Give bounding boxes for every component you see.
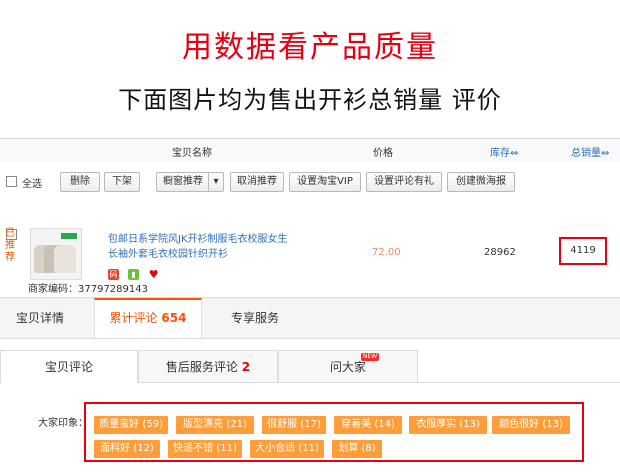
review-sub-tabs: 宝贝评论 售后服务评论 2 问大家 NEW (0, 350, 620, 383)
impression-tag[interactable]: 穿着美 (14) (334, 416, 402, 434)
product-stock: 28962 (484, 247, 516, 258)
product-price: 72.00 (372, 247, 401, 258)
tab-after-sales-reviews[interactable]: 售后服务评论 2 (138, 350, 278, 382)
window-recommend-dropdown[interactable]: ▾ (208, 172, 224, 192)
tab-label: 问大家 (329, 360, 366, 374)
off-shelf-button[interactable]: 下架 (104, 172, 140, 192)
tab-label: 售后服务评论 (165, 360, 238, 374)
after-sales-count: 2 (241, 360, 251, 374)
col-stock-sort[interactable]: 库存⇔ (490, 144, 518, 159)
impression-tag[interactable]: 很舒服 (17) (262, 416, 326, 434)
set-review-gift-button[interactable]: 设置评论有礼 (366, 172, 442, 192)
impression-tag[interactable]: 版型漂亮 (21) (176, 416, 254, 434)
review-count: 654 (161, 311, 187, 325)
chevron-down-icon: ▾ (213, 176, 219, 187)
impression-tag[interactable]: 面料好 (12) (94, 440, 160, 458)
product-title-link[interactable]: 包邮日系学院风JK开衫制服毛衣校服女生 长袖外套毛衣校园针织开衫 (108, 232, 298, 262)
product-thumbnail[interactable] (30, 228, 82, 280)
tab-label: 专享服务 (230, 311, 279, 325)
select-all-label: 全选 (22, 179, 42, 190)
tab-label: 宝贝详情 (15, 311, 64, 325)
subheadline: 下面图片均为售出开衫总销量 评价 (118, 86, 502, 114)
col-price: 价格 (373, 148, 393, 159)
product-title-line1: 包邮日系学院风JK开衫制服毛衣校服女生 (108, 234, 288, 245)
product-title-line2: 长袖外套毛衣校园针织开衫 (108, 249, 228, 260)
toolbar: 全选 删除 下架 橱窗推荐 ▾ 取消推荐 设置淘宝VIP 设置评论有礼 创建微海… (0, 168, 620, 196)
col-sales-sort[interactable]: 总销量⇔ (571, 144, 609, 159)
tab-item-reviews[interactable]: 宝贝评论 (0, 350, 138, 383)
recommended-tag: 已推荐 (5, 228, 15, 263)
tab-ask-everyone[interactable]: 问大家 NEW (278, 350, 418, 382)
set-vip-button[interactable]: 设置淘宝VIP (289, 172, 361, 192)
tab-item-details[interactable]: 宝贝详情 (0, 298, 80, 338)
tab-label: 宝贝评论 (44, 360, 93, 374)
sweater-image-3 (54, 245, 76, 273)
window-recommend-button[interactable]: 橱窗推荐 (156, 172, 210, 192)
impression-tag[interactable]: 快递不错 (11) (168, 440, 242, 458)
headline: 用数据看产品质量 (182, 30, 438, 65)
table-header: 宝贝名称 价格 库存⇔ 总销量⇔ (0, 138, 620, 161)
tab-reviews[interactable]: 累计评论 654 (94, 298, 202, 338)
new-badge: NEW (361, 353, 380, 361)
impression-tag[interactable]: 划算 (8) (332, 440, 382, 458)
code-icon[interactable]: 码 (108, 269, 119, 280)
main-tabs: 宝贝详情 累计评论 654 专享服务 (0, 297, 620, 339)
col-name: 宝贝名称 (172, 148, 212, 159)
delete-button[interactable]: 删除 (60, 172, 100, 192)
product-badge (61, 233, 77, 239)
merchant-code: 商家编码：37797289143 (28, 284, 148, 295)
heart-icon[interactable]: ♥ (148, 269, 160, 280)
tab-label: 累计评论 (109, 311, 158, 325)
impression-tag[interactable]: 大小合适 (11) (250, 440, 324, 458)
impression-tag[interactable]: 颜色很好 (13) (492, 416, 570, 434)
impression-tag[interactable]: 衣服厚实 (13) (409, 416, 487, 434)
select-all-checkbox[interactable] (6, 176, 17, 187)
mobile-icon[interactable]: ▮ (128, 269, 140, 280)
tab-exclusive-service[interactable]: 专享服务 (212, 298, 298, 338)
impressions-label: 大家印象： (38, 418, 88, 429)
create-poster-button[interactable]: 创建微海报 (447, 172, 515, 192)
impression-tag[interactable]: 质量蛮好 (59) (94, 416, 168, 434)
total-sales-highlight: 4119 (559, 237, 607, 265)
cancel-recommend-button[interactable]: 取消推荐 (230, 172, 284, 192)
